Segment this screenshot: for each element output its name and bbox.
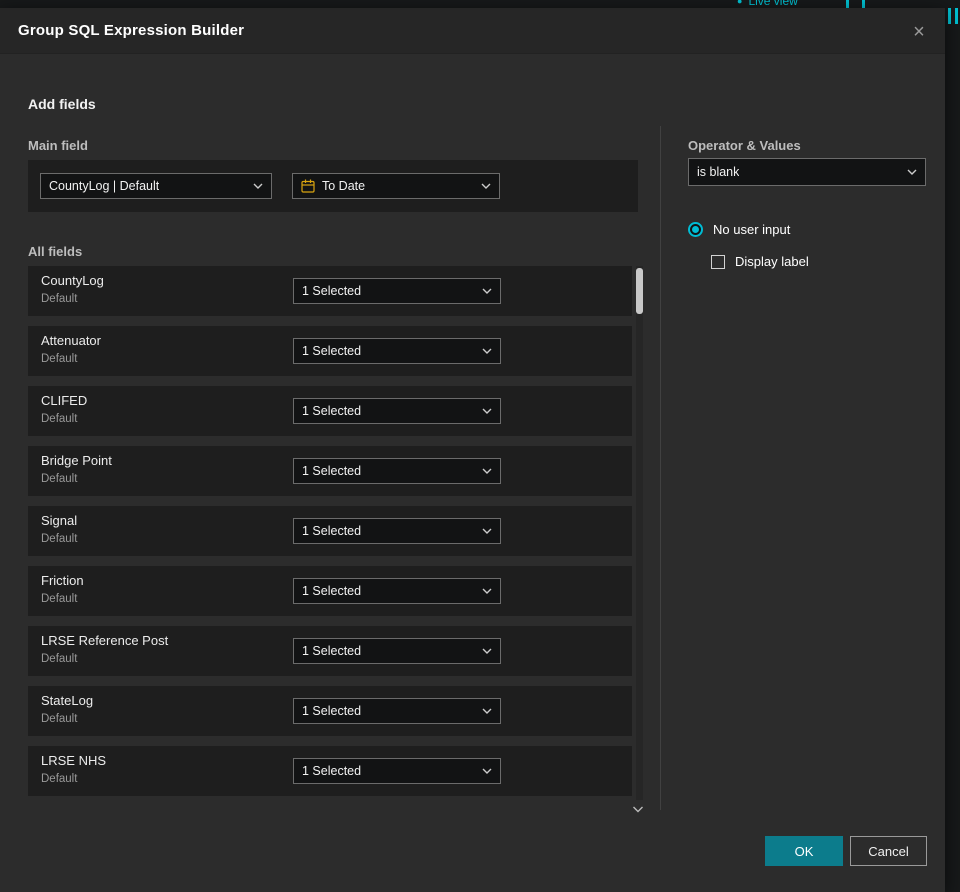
chevron-down-icon [482, 768, 492, 774]
chevron-down-icon [482, 708, 492, 714]
field-selected-dropdown[interactable]: 1 Selected [293, 518, 501, 544]
field-subtitle: Default [41, 593, 78, 605]
field-subtitle: Default [41, 293, 78, 305]
chevron-down-icon [907, 169, 917, 175]
display-label-checkbox[interactable]: Display label [711, 254, 809, 269]
ok-button[interactable]: OK [765, 836, 843, 866]
checkbox-unchecked-icon [711, 254, 725, 269]
field-selected-value: 1 Selected [302, 524, 362, 538]
toolbar-bar-icon [948, 8, 951, 24]
add-fields-heading: Add fields [28, 96, 96, 112]
field-selected-dropdown[interactable]: 1 Selected [293, 338, 501, 364]
field-subtitle: Default [41, 773, 78, 785]
date-field-dropdown[interactable]: To Date [292, 173, 500, 199]
field-subtitle: Default [41, 353, 78, 365]
field-selected-value: 1 Selected [302, 584, 362, 598]
main-field-label: Main field [28, 138, 88, 153]
field-selected-dropdown[interactable]: 1 Selected [293, 398, 501, 424]
chevron-down-icon [482, 288, 492, 294]
scrollbar-thumb[interactable] [636, 268, 643, 314]
field-selected-value: 1 Selected [302, 764, 362, 778]
chevron-down-icon [482, 348, 492, 354]
no-user-input-radio[interactable]: No user input [688, 222, 790, 237]
chevron-down-icon [482, 528, 492, 534]
close-icon[interactable]: × [907, 20, 931, 44]
all-fields-label: All fields [28, 244, 83, 259]
main-field-dropdown[interactable]: CountyLog | Default [40, 173, 272, 199]
field-name: LRSE NHS [41, 753, 107, 768]
field-name: Signal [41, 513, 78, 528]
chevron-down-icon [481, 183, 491, 189]
field-subtitle: Default [41, 653, 78, 665]
field-selected-value: 1 Selected [302, 704, 362, 718]
field-row: LRSE Reference Post Default 1 Selected [28, 626, 632, 676]
field-row: Attenuator Default 1 Selected [28, 326, 632, 376]
operator-values-label: Operator & Values [688, 138, 801, 153]
field-selected-dropdown[interactable]: 1 Selected [293, 458, 501, 484]
field-selected-dropdown[interactable]: 1 Selected [293, 698, 501, 724]
operator-dropdown-value: is blank [697, 165, 740, 179]
field-selected-value: 1 Selected [302, 464, 362, 478]
field-name: Bridge Point [41, 453, 112, 468]
calendar-icon [301, 179, 315, 193]
live-dot-icon: ● [737, 0, 743, 6]
field-name: Friction [41, 573, 84, 588]
chevron-down-icon [482, 468, 492, 474]
field-row: StateLog Default 1 Selected [28, 686, 632, 736]
field-selected-dropdown[interactable]: 1 Selected [293, 758, 501, 784]
field-row: CountyLog Default 1 Selected [28, 266, 632, 316]
toolbar-bar-icon [955, 8, 958, 24]
cancel-button[interactable]: Cancel [850, 836, 927, 866]
live-view-indicator: ● Live view [737, 0, 798, 8]
live-view-label: Live view [748, 0, 798, 8]
dialog-header: Group SQL Expression Builder [0, 8, 945, 54]
field-selected-dropdown[interactable]: 1 Selected [293, 578, 501, 604]
field-name: CLIFED [41, 393, 88, 408]
field-subtitle: Default [41, 413, 78, 425]
field-subtitle: Default [41, 533, 78, 545]
date-dropdown-value: To Date [322, 179, 366, 193]
field-name: LRSE Reference Post [41, 633, 169, 648]
list-scrollbar[interactable] [636, 266, 643, 800]
chevron-down-icon [482, 408, 492, 414]
field-row: LRSE NHS Default 1 Selected [28, 746, 632, 796]
display-label-text: Display label [735, 254, 809, 269]
operator-dropdown[interactable]: is blank [688, 158, 926, 186]
field-selected-value: 1 Selected [302, 284, 362, 298]
main-field-dropdown-value: CountyLog | Default [49, 179, 160, 193]
field-row: Signal Default 1 Selected [28, 506, 632, 556]
field-selected-dropdown[interactable]: 1 Selected [293, 638, 501, 664]
field-name: Attenuator [41, 333, 101, 348]
field-selected-value: 1 Selected [302, 344, 362, 358]
field-name: StateLog [41, 693, 94, 708]
field-row: Friction Default 1 Selected [28, 566, 632, 616]
radio-selected-icon [688, 222, 703, 237]
field-name: CountyLog [41, 273, 104, 288]
scroll-down-icon[interactable] [632, 800, 644, 818]
field-selected-value: 1 Selected [302, 404, 362, 418]
dialog-title: Group SQL Expression Builder [18, 22, 245, 39]
field-selected-value: 1 Selected [302, 644, 362, 658]
chevron-down-icon [253, 183, 263, 189]
group-sql-expression-builder-dialog: Group SQL Expression Builder × Add field… [0, 8, 945, 892]
field-subtitle: Default [41, 713, 78, 725]
field-subtitle: Default [41, 473, 78, 485]
field-row: CLIFED Default 1 Selected [28, 386, 632, 436]
chevron-down-icon [482, 588, 492, 594]
chevron-down-icon [482, 648, 492, 654]
main-field-panel: CountyLog | Default To Date [28, 160, 638, 212]
field-row: Bridge Point Default 1 Selected [28, 446, 632, 496]
vertical-divider [660, 126, 661, 810]
no-user-input-label: No user input [713, 222, 791, 237]
all-fields-list: CountyLog Default 1 Selected Attenuator … [28, 266, 632, 806]
field-selected-dropdown[interactable]: 1 Selected [293, 278, 501, 304]
